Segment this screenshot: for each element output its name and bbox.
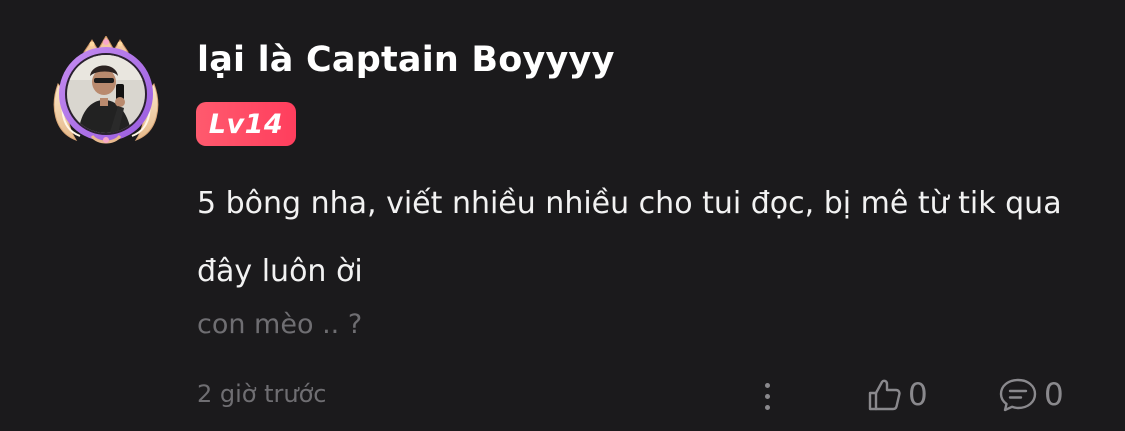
comment-body: 5 bông nha, viết nhiều nhiều cho tui đọc… bbox=[197, 186, 1062, 289]
reply-count: 0 bbox=[1044, 377, 1064, 413]
comment-secondary-text: con mèo .. ? bbox=[197, 309, 363, 340]
level-badge: Lv14 bbox=[196, 102, 296, 146]
reply-button[interactable]: 0 bbox=[998, 372, 1064, 418]
more-options-button[interactable] bbox=[752, 374, 782, 418]
avatar-frame-icon bbox=[53, 36, 159, 144]
like-count: 0 bbox=[908, 377, 928, 413]
thumbs-up-icon bbox=[868, 379, 901, 411]
comment-card: lại là Captain Boyyyy Lv14 5 bông nha, v… bbox=[0, 0, 1125, 431]
username[interactable]: lại là Captain Boyyyy bbox=[197, 40, 615, 80]
vertical-dots-icon bbox=[764, 382, 770, 388]
avatar[interactable] bbox=[48, 36, 164, 146]
like-button[interactable]: 0 bbox=[866, 372, 928, 418]
level-label: Lv14 bbox=[208, 108, 284, 140]
chat-bubble-icon bbox=[999, 378, 1037, 412]
comment-timestamp: 2 giờ trước bbox=[197, 380, 327, 408]
